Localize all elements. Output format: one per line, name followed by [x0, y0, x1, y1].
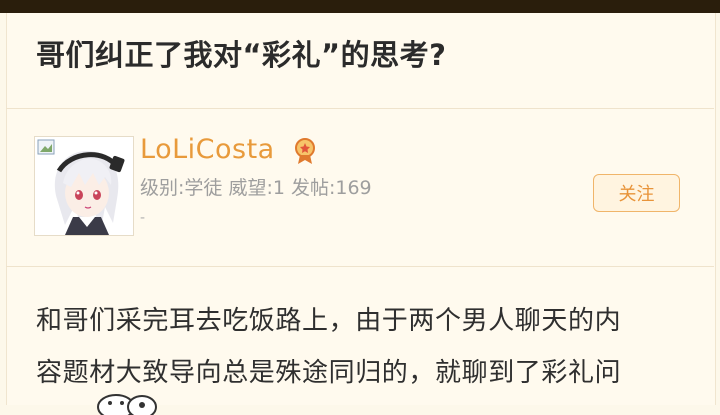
author-extra: - — [140, 210, 146, 226]
title-divider — [6, 108, 714, 109]
post-body-line: 和哥们采完耳去吃饭路上，由于两个男人聊天的内 — [36, 306, 622, 336]
author-stats: 级别:学徒 威望:1 发帖:169 — [140, 177, 372, 199]
post-title: 哥们纠正了我对“彩礼”的思考? — [36, 38, 447, 72]
emoji-sticker-icon — [97, 394, 157, 415]
follow-button[interactable]: 关注 — [593, 174, 680, 212]
author-divider — [6, 266, 714, 267]
author-username[interactable]: LoLiCosta — [140, 134, 275, 165]
status-bar — [0, 0, 720, 13]
post-body-line: 容题材大致导向总是殊途同归的，就聊到了彩礼问 — [36, 358, 622, 388]
anime-avatar-icon — [35, 137, 133, 235]
avatar[interactable] — [34, 136, 134, 236]
rank-badge-icon — [295, 138, 315, 164]
